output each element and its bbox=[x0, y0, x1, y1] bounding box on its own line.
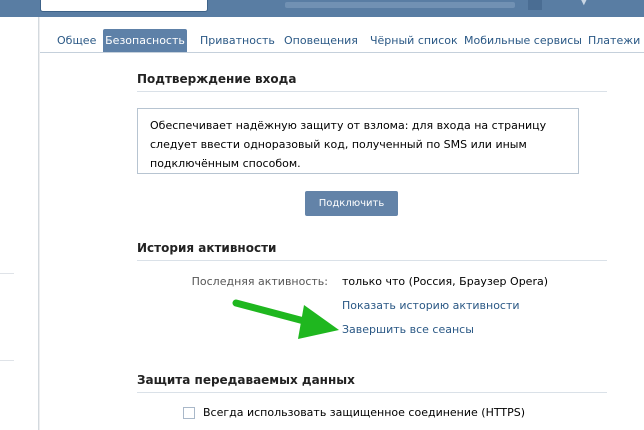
login-confirmation-title: Подтверждение входа bbox=[137, 72, 607, 92]
top-header-bar: ▼ bbox=[0, 0, 644, 17]
header-nav-area bbox=[285, 2, 515, 8]
tab-privacy[interactable]: Приватность bbox=[200, 29, 275, 52]
sidebar-divider bbox=[0, 273, 14, 274]
sidebar-divider bbox=[0, 360, 14, 361]
header-avatar[interactable] bbox=[528, 0, 542, 10]
data-protection-title: Защита передаваемых данных bbox=[137, 373, 607, 393]
https-checkbox-label[interactable]: Всегда использовать защищенное соединени… bbox=[203, 406, 525, 419]
header-search-input[interactable] bbox=[40, 0, 208, 12]
tab-notifications[interactable]: Оповещения bbox=[284, 29, 358, 52]
left-sidebar bbox=[0, 17, 39, 430]
tab-mobile-services[interactable]: Мобильные сервисы bbox=[464, 29, 582, 52]
chevron-down-icon[interactable]: ▼ bbox=[580, 0, 588, 7]
https-checkbox[interactable] bbox=[183, 407, 195, 419]
tab-security[interactable]: Безопасность bbox=[103, 29, 187, 52]
last-activity-label: Последняя активность: bbox=[191, 275, 328, 288]
end-all-sessions-link[interactable]: Завершить все сеансы bbox=[342, 323, 474, 336]
tab-payments[interactable]: Платежи bbox=[588, 29, 640, 52]
activity-history-title: История активности bbox=[137, 241, 607, 261]
settings-tabs: Общее Безопасность Приватность Оповещени… bbox=[40, 29, 644, 53]
tab-blacklist[interactable]: Чёрный список bbox=[370, 29, 458, 52]
settings-panel: Общее Безопасность Приватность Оповещени… bbox=[40, 17, 644, 430]
tab-general[interactable]: Общее bbox=[57, 29, 96, 52]
connect-button[interactable]: Подключить bbox=[305, 191, 398, 216]
show-activity-history-link[interactable]: Показать историю активности bbox=[342, 299, 520, 312]
login-confirmation-description: Обеспечивает надёжную защиту от взлома: … bbox=[137, 108, 579, 174]
last-activity-value: только что (Россия, Браузер Opera) bbox=[342, 275, 549, 288]
